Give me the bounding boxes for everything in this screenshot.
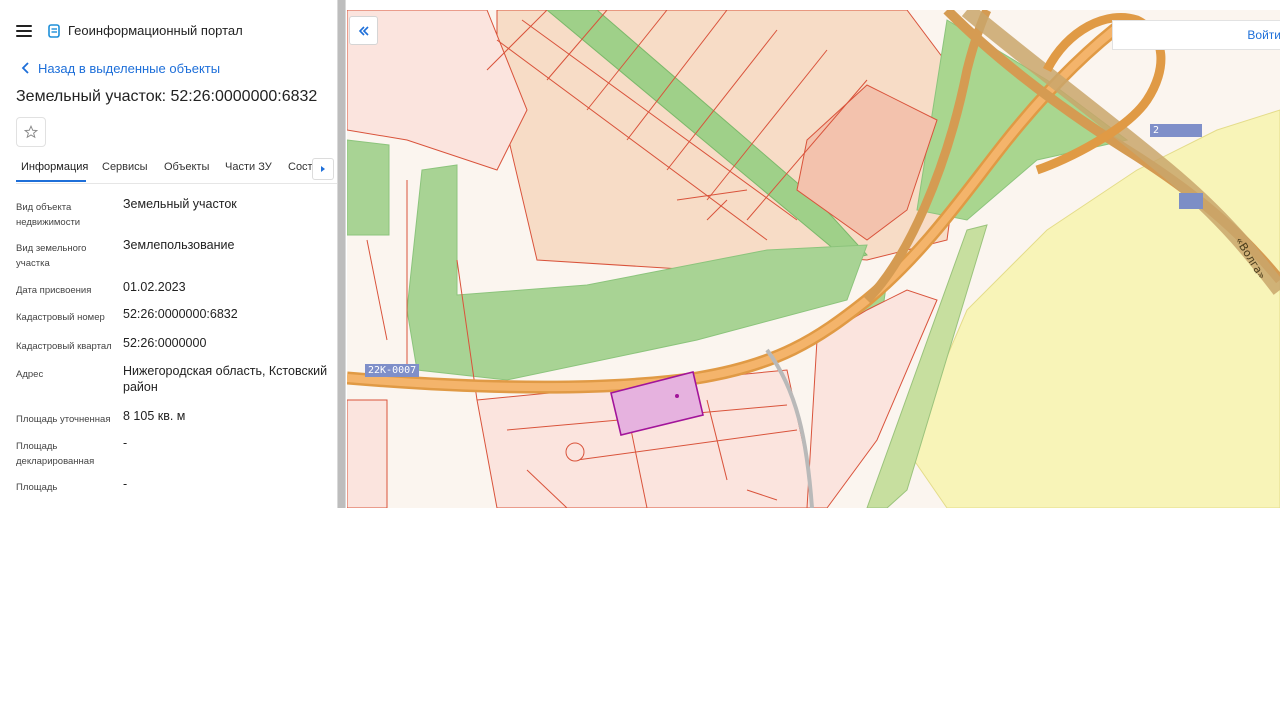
map-canvas[interactable]: «Волга» bbox=[347, 10, 1280, 508]
collapse-panel-button[interactable] bbox=[349, 16, 378, 45]
field-value: Земельный участок bbox=[123, 197, 237, 211]
page-title: Земельный участок: 52:26:0000000:6832 bbox=[16, 88, 318, 105]
tabs-scroll-right-button[interactable] bbox=[312, 158, 334, 180]
field-label: Дата присвоения bbox=[16, 285, 92, 296]
app-title: Геоинформационный портал bbox=[68, 23, 243, 38]
scrollbar-thumb[interactable] bbox=[338, 0, 345, 508]
field-value: 52:26:0000000 bbox=[123, 336, 207, 350]
portal-logo-icon bbox=[48, 24, 60, 38]
road-number-label: 22К-0007 bbox=[365, 364, 420, 377]
field-value: 8 105 кв. м bbox=[123, 409, 186, 423]
field-value: Землепользование bbox=[123, 238, 235, 252]
back-link-label[interactable]: Назад в выделенные объекты bbox=[38, 61, 220, 76]
tab-bar: Информация Сервисы Объекты Части ЗУ Сост… bbox=[16, 155, 337, 184]
parcel-bottom-left bbox=[347, 399, 388, 508]
field-label: Площадь декларированная bbox=[16, 441, 95, 467]
field-label: Адрес bbox=[16, 369, 44, 380]
panel-scrollbar[interactable] bbox=[337, 0, 346, 508]
favorite-button[interactable] bbox=[16, 117, 46, 147]
info-panel: Геоинформационный портал Назад в выделен… bbox=[0, 0, 337, 508]
tab-parts[interactable]: Части ЗУ bbox=[225, 161, 272, 173]
tab-services[interactable]: Сервисы bbox=[102, 161, 148, 173]
field-value: - bbox=[123, 477, 128, 491]
back-link[interactable]: Назад в выделенные объекты bbox=[18, 60, 220, 76]
login-button[interactable]: Войти bbox=[1112, 20, 1280, 50]
field-value: 52:26:0000000:6832 bbox=[123, 307, 238, 321]
roundabout bbox=[565, 442, 585, 462]
field-value: Нижегородская область, Кстовский район bbox=[123, 364, 328, 394]
map-marker-blue bbox=[1179, 193, 1203, 209]
map-view[interactable]: «Волга» 22К-0007 2 bbox=[347, 10, 1280, 508]
field-value: 01.02.2023 bbox=[123, 280, 186, 294]
field-label: Вид земельного участка bbox=[16, 243, 87, 269]
chevron-right-icon bbox=[321, 166, 325, 172]
tab-objects[interactable]: Объекты bbox=[164, 161, 209, 173]
field-label: Площадь уточненная bbox=[16, 414, 111, 425]
forest-far-left bbox=[347, 139, 390, 236]
field-label: Кадастровый квартал bbox=[16, 341, 112, 352]
header-bar: Геоинформационный портал bbox=[0, 10, 337, 50]
road-number-label-2: 2 bbox=[1150, 124, 1202, 137]
field-value: - bbox=[123, 436, 128, 450]
hamburger-menu-icon[interactable] bbox=[16, 25, 32, 37]
field-label: Вид объекта недвижимости bbox=[16, 202, 81, 228]
selected-parcel-centroid bbox=[675, 394, 679, 398]
tab-information[interactable]: Информация bbox=[21, 161, 88, 173]
double-chevron-left-icon bbox=[358, 25, 369, 36]
active-tab-indicator bbox=[16, 180, 86, 182]
star-icon bbox=[24, 125, 38, 139]
field-label: Площадь bbox=[16, 482, 58, 493]
login-label[interactable]: Войти bbox=[1247, 28, 1280, 42]
chevron-left-icon bbox=[21, 62, 29, 74]
field-label: Кадастровый номер bbox=[16, 312, 105, 323]
